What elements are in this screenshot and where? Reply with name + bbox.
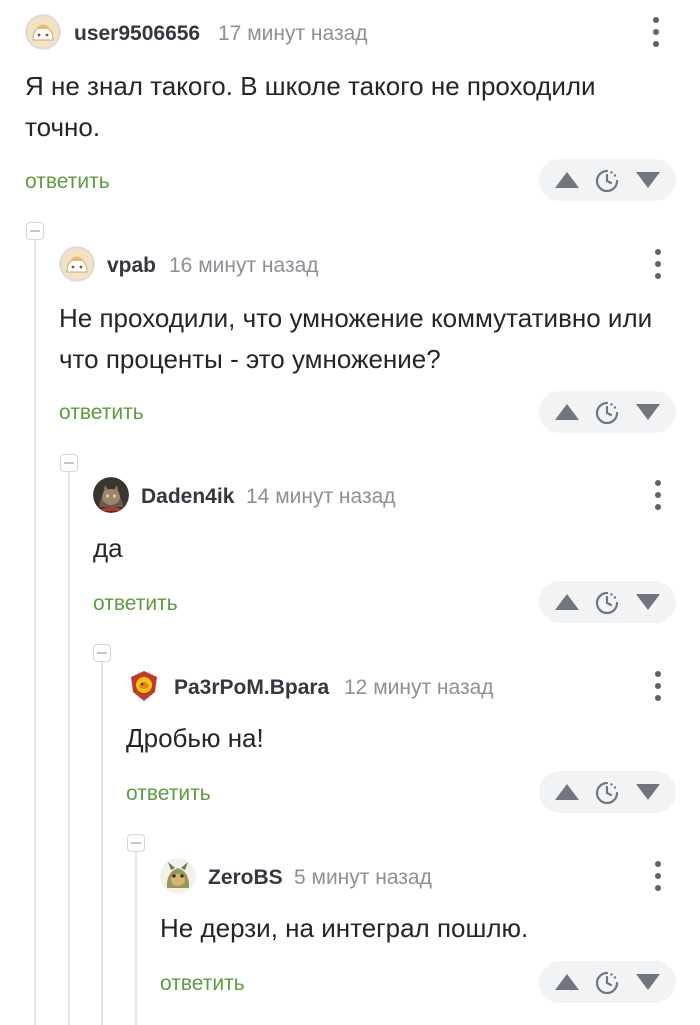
thread-line xyxy=(68,472,70,1025)
comment: vpab 16 минут назад Не проходили, что ум… xyxy=(59,245,700,440)
comment-timestamp[interactable]: 5 минут назад xyxy=(294,866,432,890)
comment-username[interactable]: Daden4ik xyxy=(141,485,234,509)
more-options-icon[interactable] xyxy=(652,17,660,47)
vote-controls xyxy=(539,581,676,623)
more-options-icon[interactable] xyxy=(654,480,662,510)
clock-icon[interactable] xyxy=(594,400,620,426)
comment-username[interactable]: vpab xyxy=(107,254,156,278)
reply-link[interactable]: ответить xyxy=(126,782,211,806)
comment-timestamp[interactable]: 17 минут назад xyxy=(218,22,368,46)
reply-link[interactable]: ответить xyxy=(25,170,110,194)
thread-line xyxy=(135,852,137,1025)
downvote-icon[interactable] xyxy=(636,784,660,800)
reply-link[interactable]: ответить xyxy=(59,401,144,425)
cat-avatar-icon[interactable] xyxy=(93,477,129,513)
comment-username[interactable]: Pa3rPoM.Bpara xyxy=(174,676,329,700)
upvote-icon[interactable] xyxy=(555,784,579,800)
more-options-icon[interactable] xyxy=(654,861,662,891)
clock-icon[interactable] xyxy=(594,168,620,194)
more-options-icon[interactable] xyxy=(654,671,662,701)
comment: ZeroBS 5 минут назад Не дерзи, на интегр… xyxy=(160,857,700,1017)
comment: Daden4ik 14 минут назад да ответить xyxy=(93,476,700,626)
reply-link[interactable]: ответить xyxy=(93,592,178,616)
downvote-icon[interactable] xyxy=(636,172,660,188)
comment-header: ZeroBS 5 минут назад xyxy=(160,857,700,897)
upvote-icon[interactable] xyxy=(555,404,579,420)
clock-icon[interactable] xyxy=(594,590,620,616)
default-avatar-icon[interactable] xyxy=(59,246,95,282)
clock-icon[interactable] xyxy=(594,970,620,996)
upvote-icon[interactable] xyxy=(555,594,579,610)
comment-timestamp[interactable]: 16 минут назад xyxy=(169,254,319,278)
comment-text: Не проходили, что умножение коммутативно… xyxy=(59,303,653,374)
more-options-icon[interactable] xyxy=(654,249,662,279)
comment-text: Я не знал такого. В школе такого не прох… xyxy=(25,71,596,142)
comment-username[interactable]: user9506656 xyxy=(74,22,200,46)
downvote-icon[interactable] xyxy=(636,594,660,610)
creature-avatar-icon[interactable] xyxy=(160,858,196,894)
upvote-icon[interactable] xyxy=(555,172,579,188)
comment-text: да xyxy=(93,533,123,563)
vote-controls xyxy=(539,159,676,201)
thread-line xyxy=(101,662,103,1025)
reply-link[interactable]: ответить xyxy=(160,972,245,996)
collapse-thread-button[interactable] xyxy=(127,834,145,852)
thread-line xyxy=(34,240,36,1025)
collapse-thread-button[interactable] xyxy=(93,644,111,662)
comment: user9506656 17 минут назад Я не знал так… xyxy=(25,13,700,208)
comment-header: user9506656 17 минут назад xyxy=(25,13,700,53)
comment-header: Pa3rPoM.Bpara 12 минут назад xyxy=(126,667,700,707)
downvote-icon[interactable] xyxy=(636,404,660,420)
comment: Pa3rPoM.Bpara 12 минут назад Дробью на! … xyxy=(126,667,700,817)
vote-controls xyxy=(539,961,676,1003)
comment-header: vpab 16 минут назад xyxy=(59,245,700,285)
collapse-thread-button[interactable] xyxy=(60,454,78,472)
vote-controls xyxy=(539,771,676,813)
comment-header: Daden4ik 14 минут назад xyxy=(93,476,700,516)
clock-icon[interactable] xyxy=(594,780,620,806)
emblem-avatar-icon[interactable] xyxy=(126,668,162,704)
collapse-thread-button[interactable] xyxy=(26,222,44,240)
comment-username[interactable]: ZeroBS xyxy=(208,866,283,890)
vote-controls xyxy=(539,391,676,433)
comment-text: Дробью на! xyxy=(126,723,264,753)
upvote-icon[interactable] xyxy=(555,974,579,990)
default-avatar-icon[interactable] xyxy=(25,14,61,50)
comment-timestamp[interactable]: 14 минут назад xyxy=(246,485,396,509)
comment-timestamp[interactable]: 12 минут назад xyxy=(344,676,494,700)
comment-text: Не дерзи, на интеграл пошлю. xyxy=(160,913,529,943)
downvote-icon[interactable] xyxy=(636,974,660,990)
